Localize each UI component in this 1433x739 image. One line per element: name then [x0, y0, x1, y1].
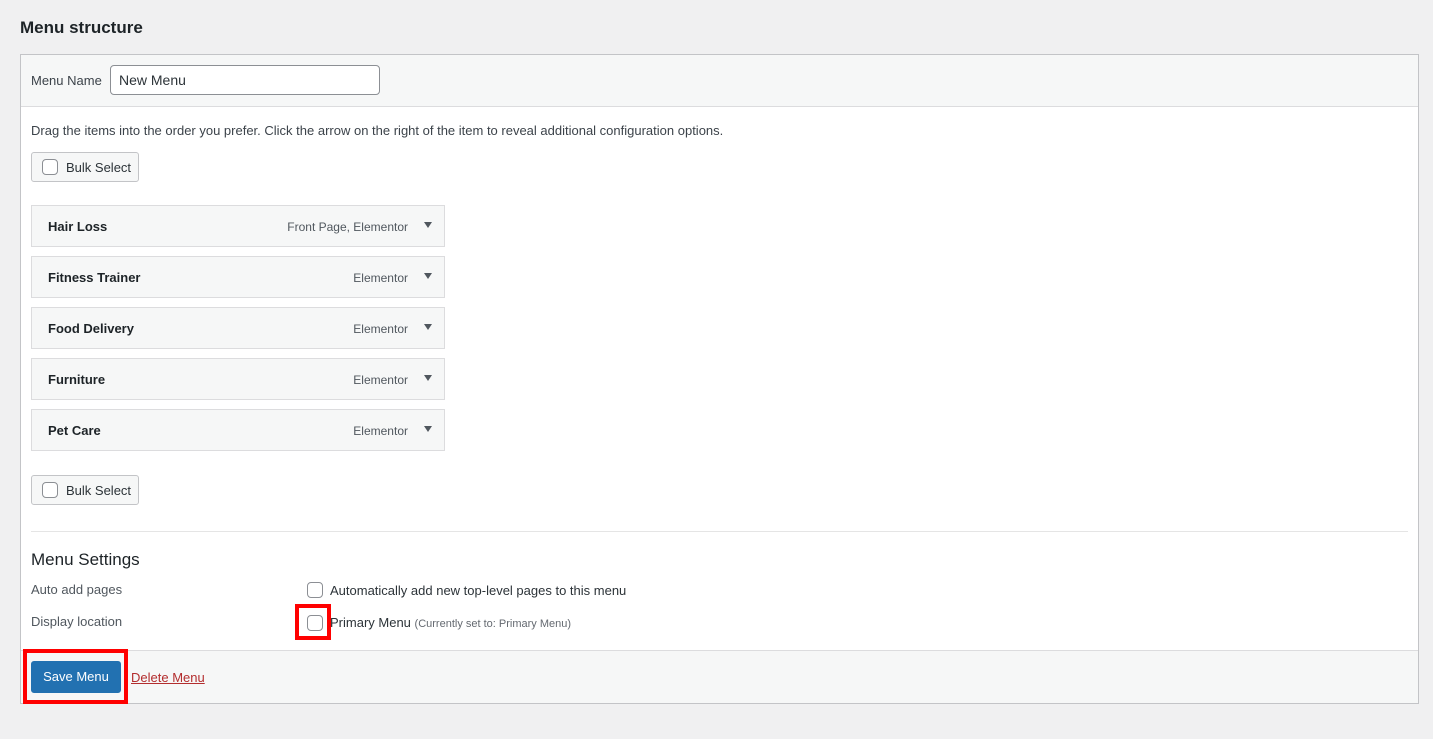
menu-item-fitness-trainer[interactable]: Fitness Trainer Elementor [31, 256, 445, 298]
menu-header: Menu Name [21, 55, 1418, 107]
bulk-select-label: Bulk Select [66, 160, 132, 175]
bulk-select-checkbox[interactable] [42, 482, 58, 498]
menu-edit-panel: Menu Name Drag the items into the order … [20, 54, 1419, 704]
menu-item-title: Pet Care [48, 423, 101, 438]
page-title: Menu structure [20, 18, 143, 37]
menu-item-title: Hair Loss [48, 219, 108, 234]
primary-menu-note: (Currently set to: Primary Menu) [414, 618, 572, 630]
delete-menu-link[interactable]: Delete Menu [131, 670, 205, 685]
auto-add-pages-option: Automatically add new top-level pages to… [330, 583, 627, 598]
chevron-down-icon[interactable] [424, 375, 432, 381]
bulk-select-bottom-button[interactable]: Bulk Select [31, 475, 139, 505]
bulk-select-checkbox[interactable] [42, 159, 58, 175]
bulk-select-top-button[interactable]: Bulk Select [31, 152, 139, 182]
menu-item-pet-care[interactable]: Pet Care Elementor [31, 409, 445, 451]
menu-item-hair-loss[interactable]: Hair Loss Front Page, Elementor [31, 205, 445, 247]
menu-item-type: Front Page, Elementor [287, 220, 408, 234]
chevron-down-icon[interactable] [424, 222, 432, 228]
chevron-down-icon[interactable] [424, 324, 432, 330]
menu-footer: Save Menu Delete Menu [21, 650, 1418, 703]
menu-item-furniture[interactable]: Furniture Elementor [31, 358, 445, 400]
primary-menu-option: Primary Menu (Currently set to: Primary … [330, 615, 571, 630]
menu-item-type: Elementor [353, 271, 408, 285]
menu-item-type: Elementor [353, 322, 408, 336]
save-menu-highlight [23, 649, 128, 704]
drag-instructions: Drag the items into the order you prefer… [31, 123, 724, 138]
menu-item-title: Food Delivery [48, 321, 134, 336]
auto-add-pages-label: Auto add pages [31, 582, 123, 597]
primary-menu-highlight [295, 604, 331, 640]
menu-item-type: Elementor [353, 373, 408, 387]
auto-add-pages-checkbox[interactable] [307, 582, 323, 598]
menu-item-food-delivery[interactable]: Food Delivery Elementor [31, 307, 445, 349]
bulk-select-label: Bulk Select [66, 483, 132, 498]
menu-name-label: Menu Name [31, 73, 102, 88]
chevron-down-icon[interactable] [424, 426, 432, 432]
display-location-label: Display location [31, 614, 123, 629]
primary-menu-label: Primary Menu [330, 615, 411, 630]
menu-settings-title: Menu Settings [31, 550, 140, 569]
menu-name-input[interactable] [110, 65, 380, 95]
chevron-down-icon[interactable] [424, 273, 432, 279]
menu-item-title: Furniture [48, 372, 106, 387]
menu-item-title: Fitness Trainer [48, 270, 141, 285]
menu-item-type: Elementor [353, 424, 408, 438]
section-divider [31, 531, 1408, 532]
